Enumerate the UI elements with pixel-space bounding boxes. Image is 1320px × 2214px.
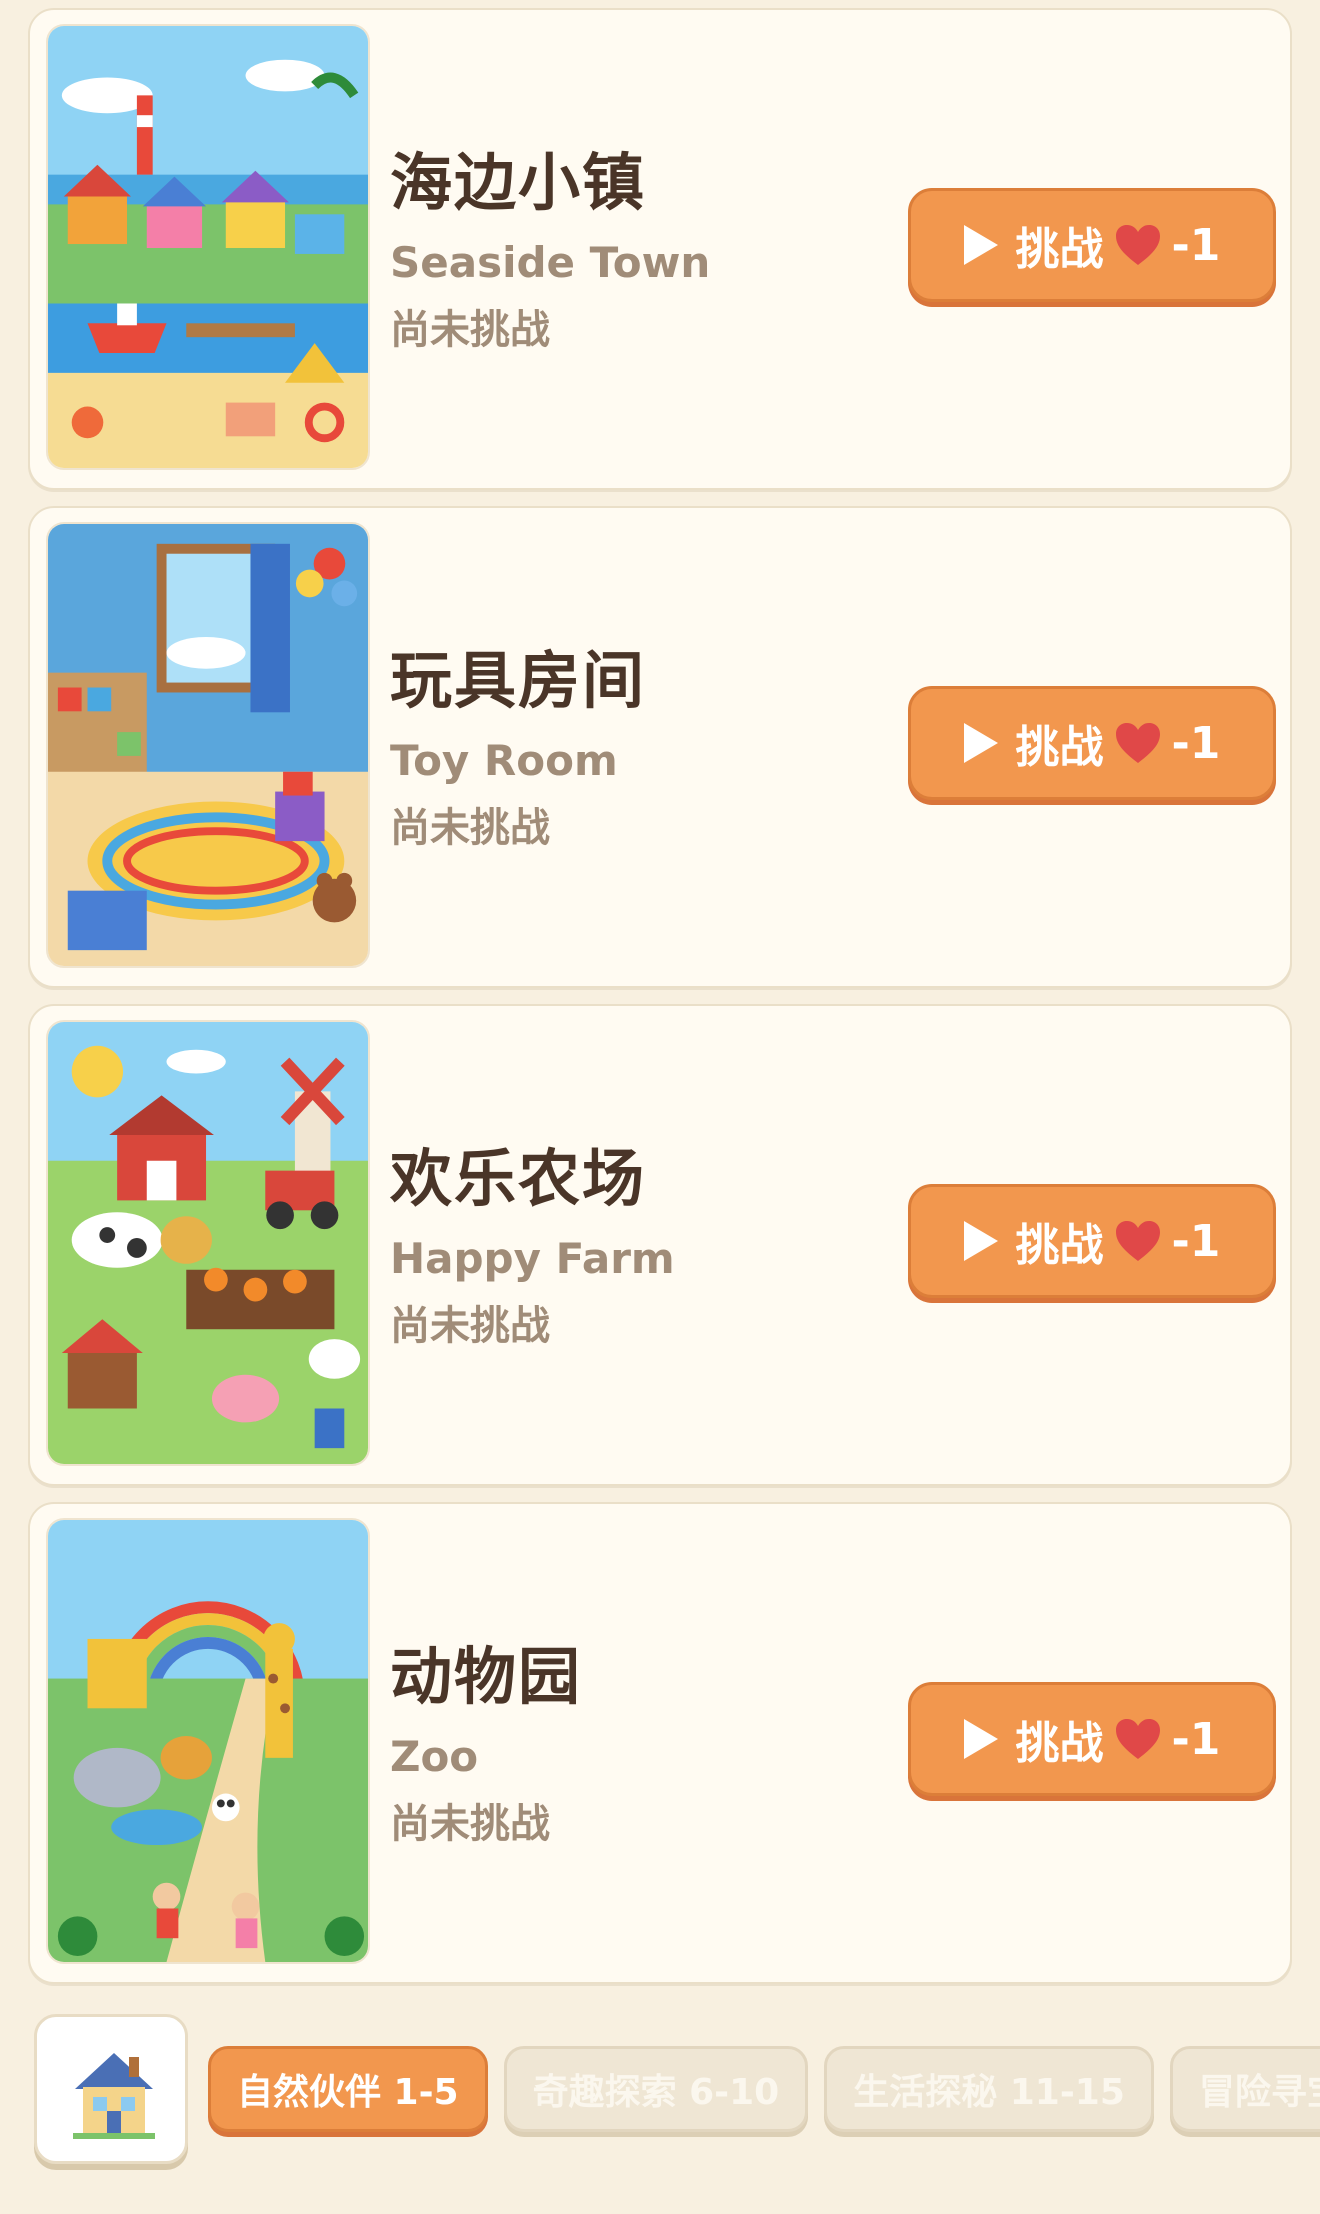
scene-title: 动物园: [390, 1640, 583, 1714]
level-select-screen: 海边小镇 Seaside Town 尚未挑战 挑战 -1 玩具房间 Toy Ro…: [0, 0, 1320, 2214]
chapter-tabs: 自然伙伴 1-5 奇趣探索 6-10 生活探秘 11-15 冒险寻宝 16-2: [208, 2046, 1320, 2132]
scene-card-zoo[interactable]: 动物园 Zoo 尚未挑战 挑战 -1: [28, 1502, 1292, 1984]
challenge-button[interactable]: 挑战 -1: [908, 188, 1276, 302]
tab-fun-exploration[interactable]: 奇趣探索 6-10: [503, 2046, 809, 2132]
home-button[interactable]: [34, 2014, 188, 2164]
tab-adventure-treasure[interactable]: 冒险寻宝 16-2: [1169, 2046, 1320, 2132]
heart-cost: -1: [1171, 717, 1221, 769]
heart-icon: [1115, 723, 1160, 763]
play-icon: [963, 1719, 998, 1759]
scene-info: 海边小镇 Seaside Town 尚未挑战: [390, 10, 710, 488]
scene-title: 玩具房间: [390, 644, 647, 718]
challenge-button[interactable]: 挑战 -1: [908, 1184, 1276, 1298]
heart-icon: [1115, 1719, 1160, 1759]
play-icon: [963, 723, 998, 763]
heart-cost: -1: [1171, 1713, 1221, 1765]
tab-life-secrets[interactable]: 生活探秘 11-15: [824, 2046, 1154, 2132]
heart-icon: [1115, 1221, 1160, 1261]
challenge-label: 挑战: [1015, 1220, 1104, 1271]
scene-list: 海边小镇 Seaside Town 尚未挑战 挑战 -1 玩具房间 Toy Ro…: [28, 8, 1292, 2000]
scene-status: 尚未挑战: [390, 1800, 550, 1847]
bottom-nav: 自然伙伴 1-5 奇趣探索 6-10 生活探秘 11-15 冒险寻宝 16-2: [0, 2010, 1320, 2180]
challenge-button[interactable]: 挑战 -1: [908, 686, 1276, 800]
scene-title: 海边小镇: [390, 146, 647, 220]
challenge-label: 挑战: [1015, 722, 1104, 773]
scene-status: 尚未挑战: [390, 804, 550, 851]
scene-subtitle: Seaside Town: [390, 237, 711, 287]
challenge-label: 挑战: [1015, 224, 1104, 275]
scene-status: 尚未挑战: [390, 1302, 550, 1349]
scene-status: 尚未挑战: [390, 306, 550, 353]
happy-farm-thumbnail: [46, 1020, 370, 1466]
scene-subtitle: Happy Farm: [390, 1233, 675, 1283]
play-icon: [963, 1221, 998, 1261]
tab-nature-friends[interactable]: 自然伙伴 1-5: [208, 2046, 488, 2132]
challenge-button[interactable]: 挑战 -1: [908, 1682, 1276, 1796]
play-icon: [963, 225, 998, 265]
heart-cost: -1: [1171, 219, 1221, 271]
scene-card-happy-farm[interactable]: 欢乐农场 Happy Farm 尚未挑战 挑战 -1: [28, 1004, 1292, 1486]
scene-info: 欢乐农场 Happy Farm 尚未挑战: [390, 1006, 675, 1484]
challenge-label: 挑战: [1015, 1718, 1104, 1769]
toy-room-thumbnail: [46, 522, 370, 968]
scene-info: 玩具房间 Toy Room 尚未挑战: [390, 508, 646, 986]
heart-icon: [1115, 225, 1160, 265]
scene-title: 欢乐农场: [390, 1142, 647, 1216]
scene-info: 动物园 Zoo 尚未挑战: [390, 1504, 582, 1982]
scene-card-toy-room[interactable]: 玩具房间 Toy Room 尚未挑战 挑战 -1: [28, 506, 1292, 988]
scene-subtitle: Zoo: [390, 1731, 479, 1781]
heart-cost: -1: [1171, 1215, 1221, 1267]
seaside-town-thumbnail: [46, 24, 370, 470]
house-icon: [73, 2053, 155, 2139]
scene-subtitle: Toy Room: [390, 735, 618, 785]
zoo-thumbnail: [46, 1518, 370, 1964]
scene-card-seaside-town[interactable]: 海边小镇 Seaside Town 尚未挑战 挑战 -1: [28, 8, 1292, 490]
